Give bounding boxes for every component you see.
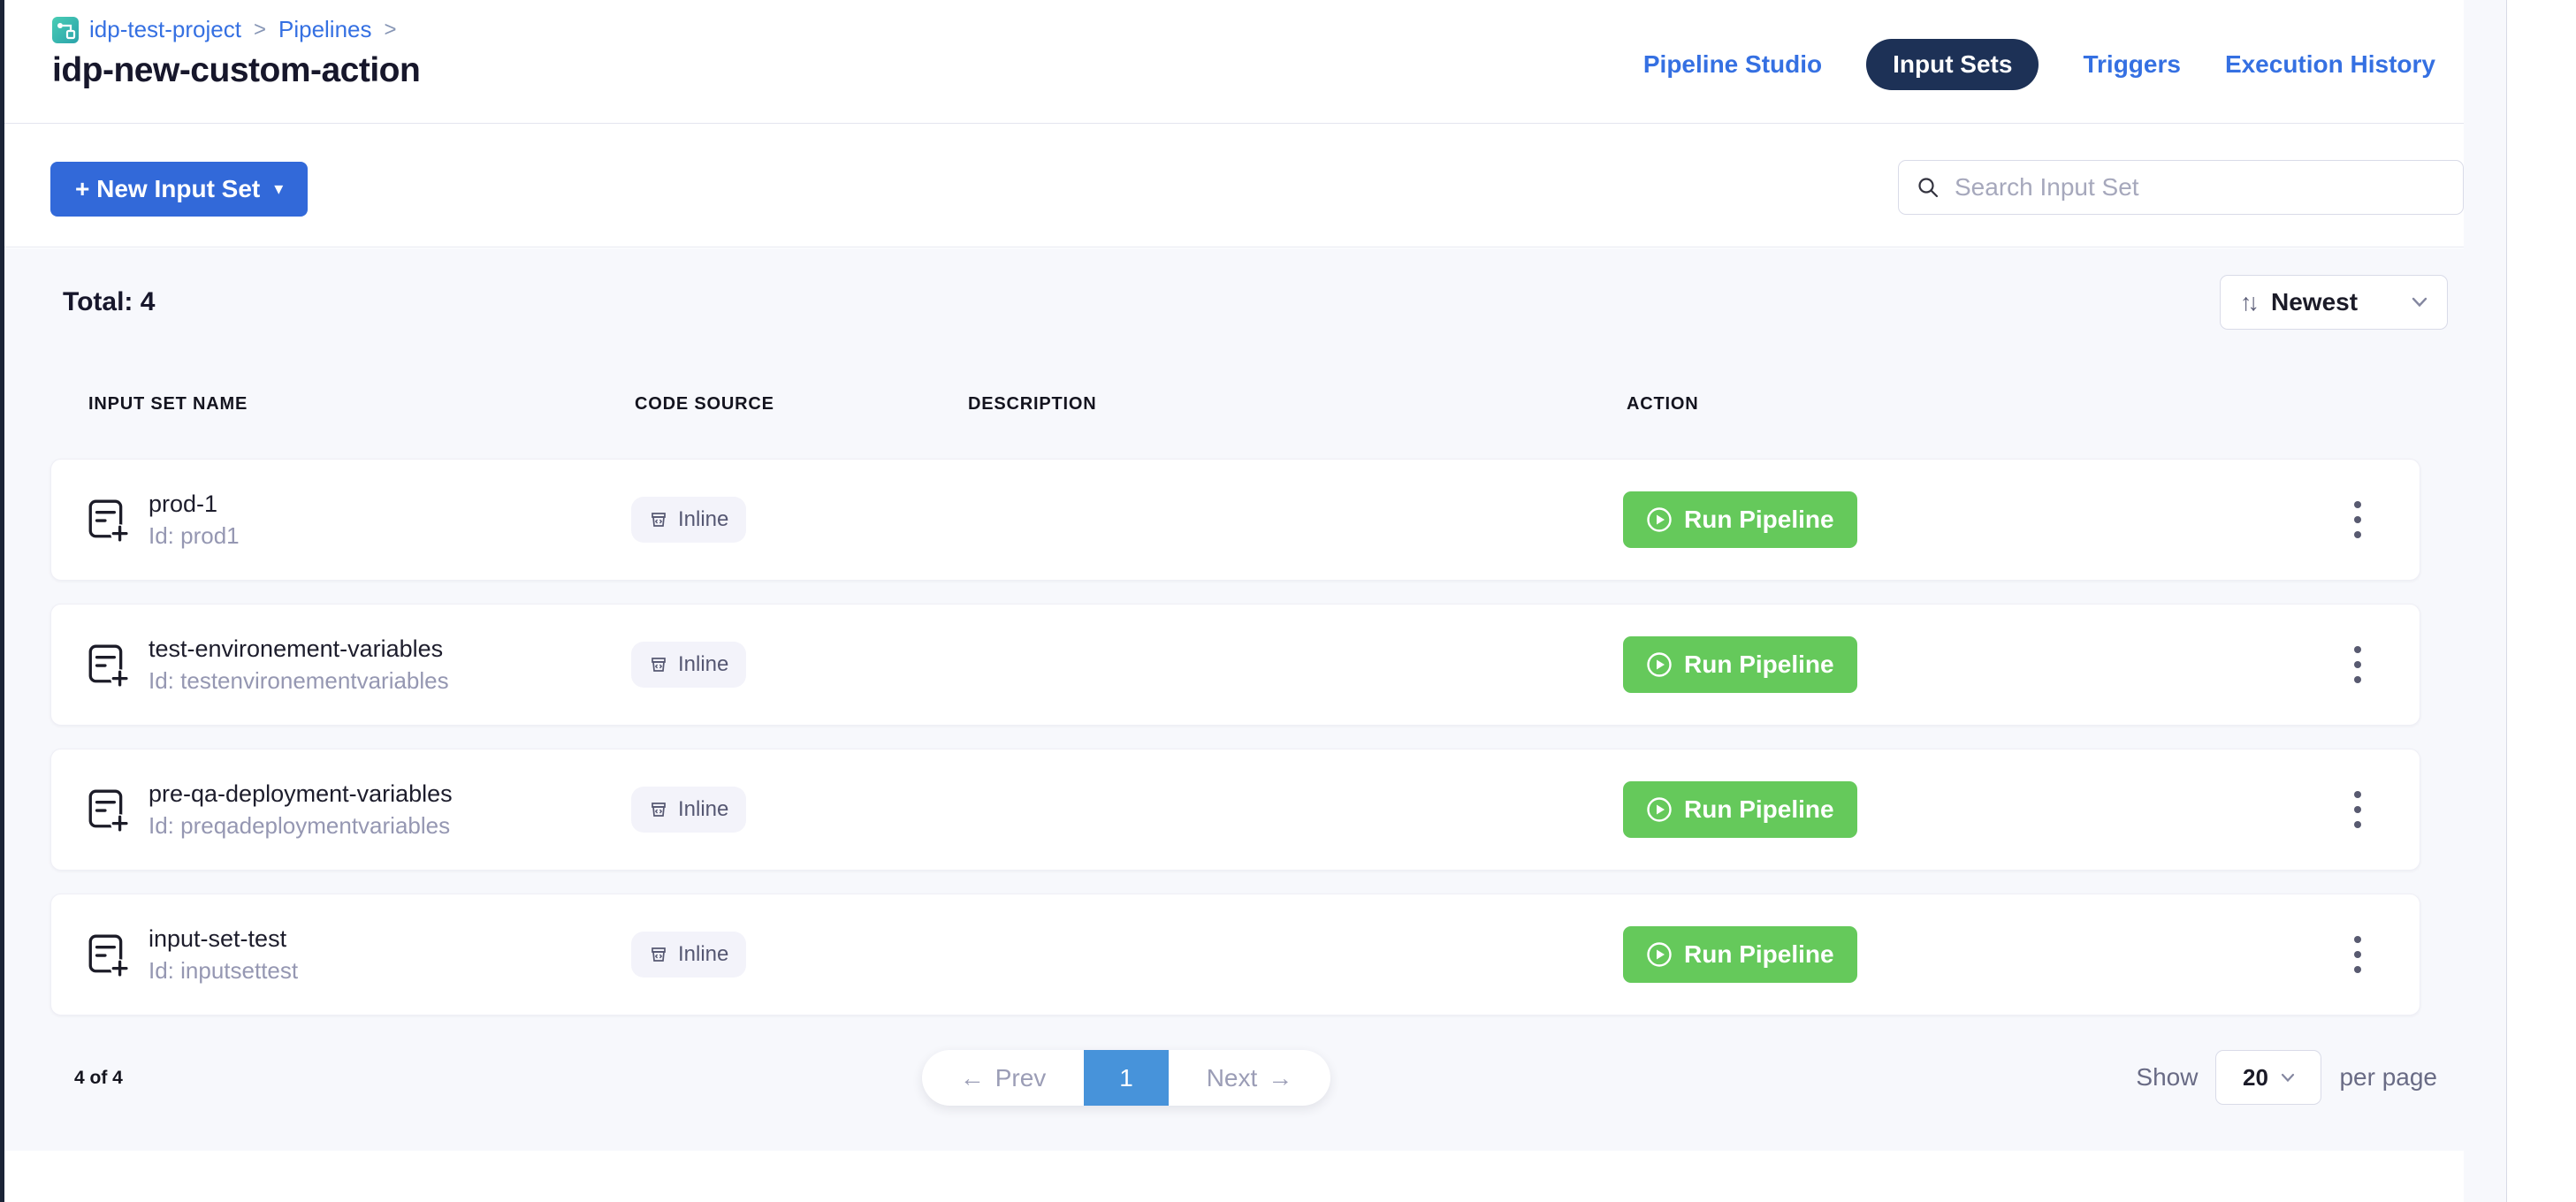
input-set-row[interactable]: input-set-test Id: inputsettest Inline [50, 894, 2420, 1016]
page-size-group: Show 20 per page [2136, 1048, 2437, 1107]
prev-label: Prev [995, 1064, 1047, 1092]
input-set-name: prod-1 [149, 491, 240, 518]
run-pipeline-label: Run Pipeline [1684, 650, 1834, 679]
run-pipeline-button[interactable]: Run Pipeline [1623, 781, 1857, 838]
code-source-label: Inline [678, 797, 728, 822]
page-header: idp-test-project > Pipelines > idp-new-c… [4, 0, 2464, 124]
inline-store-icon [649, 945, 668, 964]
run-pipeline-button[interactable]: Run Pipeline [1623, 636, 1857, 693]
input-set-row[interactable]: test-environement-variables Id: testenvi… [50, 604, 2420, 726]
row-menu-button[interactable] [2342, 492, 2374, 547]
breadcrumb: idp-test-project > Pipelines > [52, 16, 399, 43]
input-set-id: Id: prod1 [149, 522, 240, 550]
total-count: Total: 4 [63, 287, 155, 317]
code-source-badge: Inline [631, 497, 746, 543]
arrow-left-icon: ← [960, 1064, 985, 1092]
code-source-label: Inline [678, 652, 728, 677]
page-count: 4 of 4 [74, 1068, 123, 1089]
page-size-value: 20 [2243, 1064, 2268, 1092]
inline-store-icon [649, 655, 668, 674]
play-circle-icon [1646, 796, 1673, 823]
run-pipeline-label: Run Pipeline [1684, 506, 1834, 534]
new-input-set-label: + New Input Set [75, 175, 260, 203]
pipeline-project-icon [52, 17, 79, 43]
tab-pipeline-studio[interactable]: Pipeline Studio [1643, 50, 1822, 79]
breadcrumb-project-link[interactable]: idp-test-project [89, 16, 241, 43]
sort-dropdown[interactable]: ↑↓ Newest [2220, 275, 2448, 330]
chevron-down-icon [2281, 1073, 2295, 1083]
row-menu-button[interactable] [2342, 927, 2374, 982]
run-pipeline-label: Run Pipeline [1684, 940, 1834, 969]
search-icon [1917, 176, 1940, 200]
next-label: Next [1207, 1064, 1258, 1092]
tab-execution-history[interactable]: Execution History [2225, 50, 2435, 79]
input-set-id: Id: testenvironementvariables [149, 667, 449, 695]
input-set-row[interactable]: pre-qa-deployment-variables Id: preqadep… [50, 749, 2420, 871]
chevron-down-icon [2412, 297, 2427, 308]
input-set-icon [85, 932, 129, 977]
tab-input-sets[interactable]: Input Sets [1866, 39, 2039, 90]
input-set-name: pre-qa-deployment-variables [149, 780, 453, 808]
code-source-badge: Inline [631, 642, 746, 688]
row-menu-button[interactable] [2342, 637, 2374, 692]
right-side-panel [2506, 0, 2576, 1202]
search-box[interactable] [1898, 160, 2464, 215]
search-input[interactable] [1955, 173, 2445, 202]
sort-selected-value: Newest [2271, 288, 2396, 316]
input-set-id: Id: preqadeploymentvariables [149, 812, 453, 840]
pager: ← Prev 1 Next → [922, 1050, 1330, 1106]
run-pipeline-label: Run Pipeline [1684, 795, 1834, 824]
input-set-id: Id: inputsettest [149, 957, 298, 985]
prev-page-button[interactable]: ← Prev [922, 1050, 1084, 1106]
code-source-label: Inline [678, 507, 728, 532]
breadcrumb-pipelines-link[interactable]: Pipelines [278, 16, 372, 43]
input-set-icon [85, 498, 129, 542]
page-title: idp-new-custom-action [52, 51, 420, 90]
caret-down-icon: ▾ [274, 180, 283, 198]
run-pipeline-button[interactable]: Run Pipeline [1623, 491, 1857, 548]
next-page-button[interactable]: Next → [1169, 1050, 1330, 1106]
input-set-icon [85, 643, 129, 687]
input-set-row[interactable]: prod-1 Id: prod1 Inline [50, 459, 2420, 581]
breadcrumb-separator-icon: > [383, 18, 399, 42]
page-size-select[interactable]: 20 [2215, 1050, 2321, 1105]
breadcrumb-separator-icon: > [252, 18, 268, 42]
code-source-label: Inline [678, 942, 728, 967]
play-circle-icon [1646, 506, 1673, 533]
column-header-input-set-name: INPUT SET NAME [88, 394, 635, 415]
play-circle-icon [1646, 651, 1673, 678]
code-source-badge: Inline [631, 932, 746, 978]
per-page-label: per page [2339, 1063, 2437, 1092]
run-pipeline-button[interactable]: Run Pipeline [1623, 926, 1857, 983]
tab-triggers[interactable]: Triggers [2083, 50, 2180, 79]
input-set-name: test-environement-variables [149, 635, 449, 663]
page-1-button[interactable]: 1 [1084, 1050, 1169, 1106]
column-header-action: ACTION [1627, 394, 1803, 415]
row-menu-button[interactable] [2342, 782, 2374, 837]
column-header-code-source: CODE SOURCE [635, 394, 968, 415]
input-set-icon [85, 787, 129, 832]
code-source-badge: Inline [631, 787, 746, 833]
pagination-bar: 4 of 4 ← Prev 1 Next → Show 20 [4, 1048, 2506, 1110]
toolbar: + New Input Set ▾ [4, 125, 2464, 247]
inline-store-icon [649, 510, 668, 529]
sort-arrows-icon: ↑↓ [2240, 289, 2255, 316]
pipeline-nav-tabs: Pipeline Studio Input Sets Triggers Exec… [1643, 34, 2435, 95]
input-set-name: input-set-test [149, 925, 298, 953]
table-header-row: INPUT SET NAME CODE SOURCE DESCRIPTION A… [88, 394, 1803, 415]
play-circle-icon [1646, 941, 1673, 968]
inline-store-icon [649, 800, 668, 819]
new-input-set-button[interactable]: + New Input Set ▾ [50, 162, 308, 217]
column-header-description: DESCRIPTION [968, 394, 1627, 415]
show-label: Show [2136, 1063, 2198, 1092]
input-set-list-area: Total: 4 ↑↓ Newest INPUT SET NAME CODE S… [4, 248, 2506, 1151]
arrow-right-icon: → [1268, 1064, 1292, 1092]
